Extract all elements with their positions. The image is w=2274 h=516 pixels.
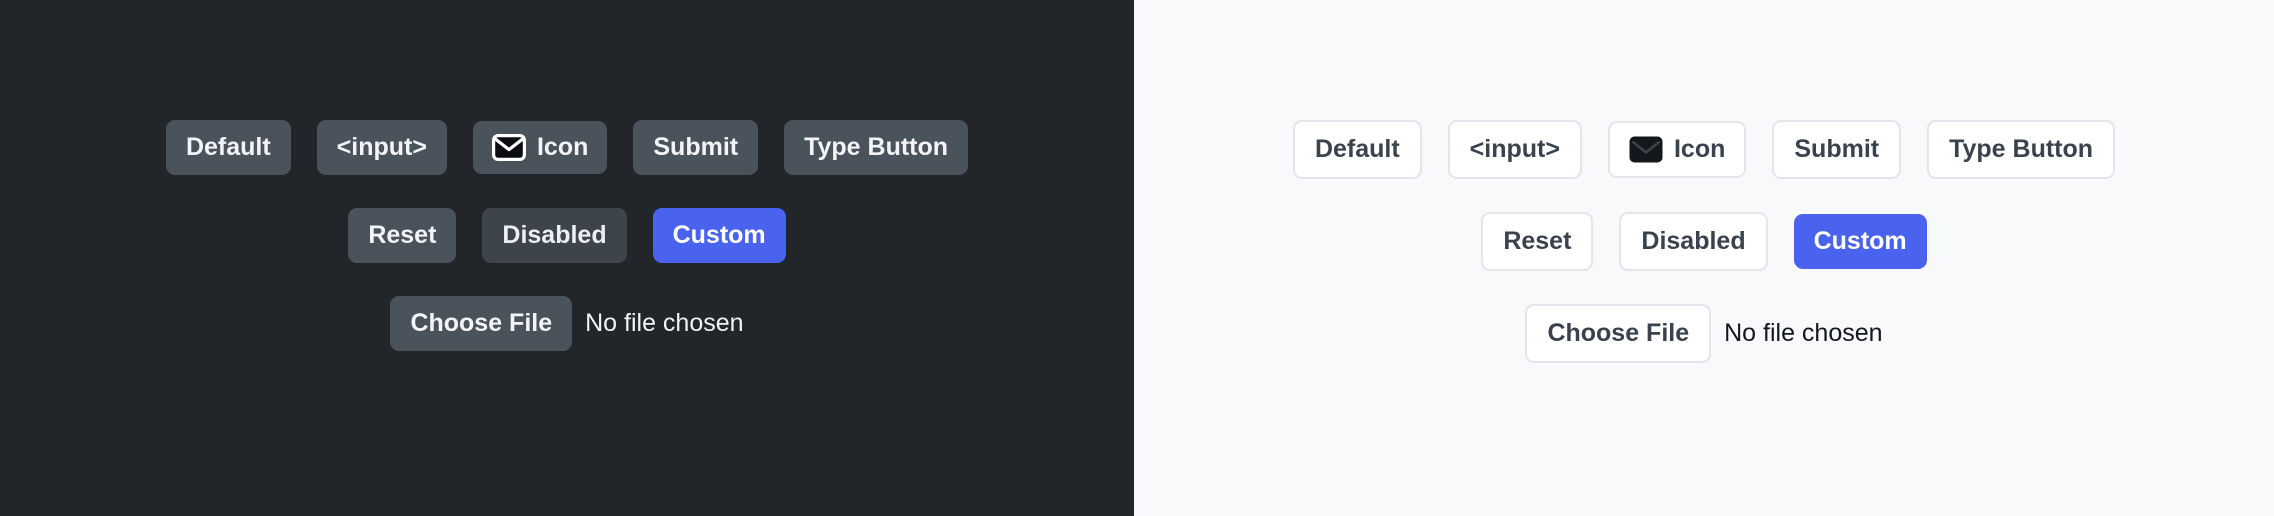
envelope-icon	[491, 134, 526, 161]
submit-button[interactable]: Submit	[1772, 120, 1902, 179]
reset-button[interactable]: Reset	[348, 208, 457, 263]
file-status-text: No file chosen	[585, 309, 744, 337]
default-button[interactable]: Default	[165, 120, 291, 175]
input-button[interactable]: <input>	[1447, 120, 1582, 179]
icon-button[interactable]: Icon	[1607, 121, 1747, 178]
icon-button-label: Icon	[1673, 135, 1726, 163]
file-status-text: No file chosen	[1724, 319, 1883, 347]
choose-file-button[interactable]: Choose File	[390, 296, 573, 351]
submit-button[interactable]: Submit	[633, 120, 759, 175]
choose-file-button[interactable]: Choose File	[1525, 304, 1712, 363]
file-input[interactable]: Choose File No file chosen	[390, 296, 744, 351]
reset-button[interactable]: Reset	[1481, 212, 1594, 271]
light-theme-panel: Default <input> Icon Submit Type Button …	[1134, 0, 2274, 516]
default-button[interactable]: Default	[1292, 120, 1422, 179]
button-row-primary: Default <input> Icon Submit Type Button	[1292, 120, 2116, 179]
type-button[interactable]: Type Button	[1927, 120, 2116, 179]
button-row-secondary: Reset Disabled Custom	[1481, 212, 1927, 271]
envelope-icon	[1629, 136, 1663, 163]
disabled-button: Disabled	[482, 208, 627, 263]
file-input-row: Choose File No file chosen	[390, 296, 744, 351]
type-button[interactable]: Type Button	[784, 120, 969, 175]
custom-button[interactable]: Custom	[652, 208, 786, 263]
icon-button[interactable]: Icon	[472, 121, 608, 174]
dark-theme-panel: Default <input> Icon Submit Type Button …	[0, 0, 1134, 516]
file-input-row: Choose File No file chosen	[1525, 304, 1883, 363]
button-row-secondary: Reset Disabled Custom	[348, 208, 786, 263]
file-input[interactable]: Choose File No file chosen	[1525, 304, 1883, 363]
custom-button[interactable]: Custom	[1793, 214, 1927, 269]
icon-button-label: Icon	[536, 133, 589, 161]
button-row-primary: Default <input> Icon Submit Type Button	[165, 120, 969, 175]
disabled-button: Disabled	[1619, 212, 1768, 271]
input-button[interactable]: <input>	[316, 120, 447, 175]
